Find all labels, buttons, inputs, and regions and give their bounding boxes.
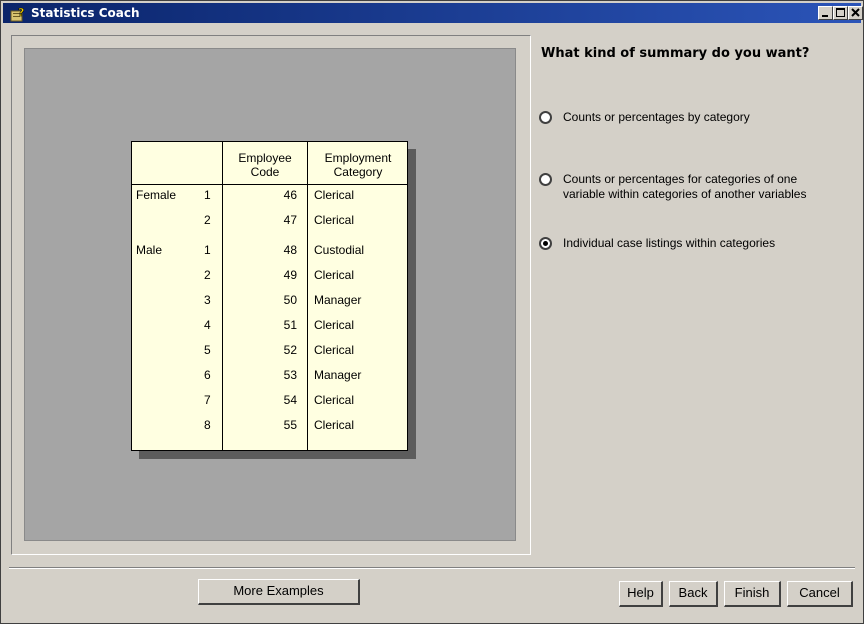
- employment-category: Custodial: [314, 243, 365, 257]
- footer-divider: [9, 567, 855, 569]
- employment-category: Clerical: [314, 268, 355, 282]
- question-heading: What kind of summary do you want?: [541, 46, 810, 61]
- employment-category: Clerical: [314, 318, 355, 332]
- case-index: 3: [204, 293, 211, 307]
- employment-category: Clerical: [314, 418, 355, 432]
- example-display: Employee Code Employment Category Female…: [24, 48, 516, 541]
- employment-category: Clerical: [314, 343, 355, 357]
- employment-category: Clerical: [314, 393, 355, 407]
- case-index: 2: [204, 213, 211, 227]
- case-index: 1: [204, 188, 211, 202]
- summary-options-panel: What kind of summary do you want? Counts…: [531, 35, 861, 555]
- help-button[interactable]: Help: [619, 581, 663, 607]
- group-label: Male: [136, 243, 163, 257]
- header-divider: [132, 184, 407, 185]
- case-index: 7: [204, 393, 211, 407]
- radio-button-selected[interactable]: [539, 237, 552, 250]
- employee-code: 48: [283, 243, 297, 257]
- header-employment-category: Employment Category: [324, 151, 392, 179]
- statistics-coach-window: ? Statistics Coach Employee Code Employm…: [0, 0, 864, 624]
- employment-category: Clerical: [314, 188, 355, 202]
- case-index: 6: [204, 368, 211, 382]
- employee-code: 46: [283, 188, 297, 202]
- employee-code: 55: [283, 418, 297, 432]
- case-index: 4: [204, 318, 211, 332]
- window-title: Statistics Coach: [31, 6, 140, 20]
- radio-button[interactable]: [539, 173, 552, 186]
- table-divider: [222, 142, 223, 450]
- more-examples-button[interactable]: More Examples: [198, 579, 360, 605]
- case-index: 5: [204, 343, 211, 357]
- employment-category: Clerical: [314, 213, 355, 227]
- back-button[interactable]: Back: [669, 581, 718, 607]
- case-index: 2: [204, 268, 211, 282]
- employee-code: 53: [283, 368, 297, 382]
- close-icon: [851, 8, 860, 17]
- title-bar[interactable]: ? Statistics Coach: [3, 3, 863, 23]
- option-label: Counts or percentages for categories of …: [563, 172, 807, 201]
- employment-category: Manager: [314, 293, 362, 307]
- case-index: 8: [204, 418, 211, 432]
- employment-category: Manager: [314, 368, 362, 382]
- cancel-button[interactable]: Cancel: [787, 581, 853, 607]
- maximize-button[interactable]: [833, 6, 848, 20]
- radio-button[interactable]: [539, 111, 552, 124]
- employee-code: 54: [283, 393, 297, 407]
- employee-code: 47: [283, 213, 297, 227]
- employee-code: 52: [283, 343, 297, 357]
- employee-code: 51: [283, 318, 297, 332]
- minimize-icon: [822, 15, 828, 17]
- example-panel: Employee Code Employment Category Female…: [11, 35, 531, 555]
- employee-code: 50: [283, 293, 297, 307]
- maximize-icon: [836, 8, 845, 17]
- case-index: 1: [204, 243, 211, 257]
- radio-selected-dot: [543, 241, 548, 246]
- svg-text:?: ?: [18, 6, 24, 19]
- header-employee-code: Employee Code: [238, 151, 292, 179]
- minimize-button[interactable]: [818, 6, 833, 20]
- close-button[interactable]: [848, 6, 863, 20]
- group-label: Female: [136, 188, 177, 202]
- option-label: Individual case listings within categori…: [563, 236, 776, 250]
- app-icon: ?: [10, 6, 25, 22]
- employee-code: 49: [283, 268, 297, 282]
- example-table: Employee Code Employment Category Female…: [131, 141, 408, 451]
- finish-button[interactable]: Finish: [724, 581, 781, 607]
- table-divider: [307, 142, 308, 450]
- option-label: Counts or percentages by category: [563, 110, 750, 124]
